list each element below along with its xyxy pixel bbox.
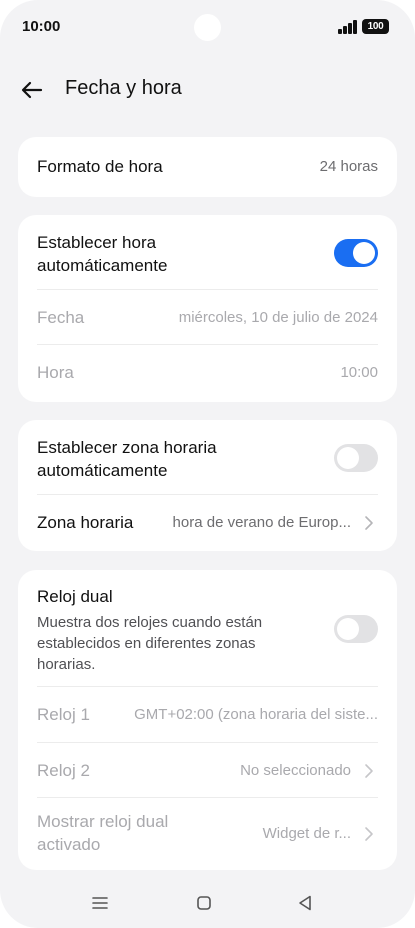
system-nav-bar xyxy=(0,878,415,928)
time-format-value: 24 horas xyxy=(319,158,378,175)
clock1-label: Reloj 1 xyxy=(37,705,90,724)
page-title: Fecha y hora xyxy=(65,77,182,99)
auto-zone-label-2: automáticamente xyxy=(37,461,168,480)
auto-time-card: Establecer hora automáticamente Fecha mi… xyxy=(18,215,397,402)
time-format-label: Formato de hora xyxy=(37,157,163,176)
auto-zone-card: Establecer zona horaria automáticamente … xyxy=(18,420,397,551)
dual-clock-card: Reloj dual Muestra dos relojes cuando es… xyxy=(18,570,397,870)
date-value: miércoles, 10 de julio de 2024 xyxy=(178,309,378,326)
phone-screen: 10:00 100 Fecha y hora Formato de hora 2… xyxy=(0,0,415,928)
date-row: Fecha miércoles, 10 de julio de 2024 xyxy=(18,290,397,345)
dual-clock-desc-3: horarias. xyxy=(37,656,96,673)
auto-zone-toggle[interactable] xyxy=(334,444,378,472)
time-format-row[interactable]: Formato de hora 24 horas xyxy=(18,137,397,197)
time-zone-label: Zona horaria xyxy=(37,513,134,532)
clock2-value: No seleccionado xyxy=(240,762,351,779)
show-dual-clock-label-1: Mostrar reloj dual xyxy=(37,812,169,831)
status-time: 10:00 xyxy=(22,18,61,35)
chevron-right-icon xyxy=(365,827,373,841)
time-zone-value: hora de verano de Europ... xyxy=(172,514,351,531)
time-value: 10:00 xyxy=(340,364,378,381)
dual-clock-desc-1: Muestra dos relojes cuando están xyxy=(37,614,263,631)
date-label: Fecha xyxy=(37,308,85,327)
home-square-icon[interactable] xyxy=(193,892,215,914)
chevron-right-icon xyxy=(365,764,373,778)
clock1-row: Reloj 1 GMT+02:00 (zona horaria del sist… xyxy=(18,687,397,742)
dual-clock-title: Reloj dual xyxy=(37,587,113,606)
show-dual-clock-row: Mostrar reloj dual activado Widget de r.… xyxy=(18,798,397,868)
menu-icon[interactable] xyxy=(89,892,111,914)
chevron-right-icon xyxy=(365,516,373,530)
back-triangle-icon[interactable] xyxy=(294,892,316,914)
app-header: Fecha y hora xyxy=(0,60,415,120)
auto-time-toggle[interactable] xyxy=(334,239,378,267)
status-bar: 10:00 100 xyxy=(0,0,415,56)
signal-icon xyxy=(338,20,358,34)
show-dual-clock-value: Widget de r... xyxy=(262,825,351,842)
dual-clock-desc-2: establecidos en diferentes zonas xyxy=(37,635,256,652)
camera-cutout xyxy=(194,14,221,41)
clock2-row: Reloj 2 No seleccionado xyxy=(18,743,397,798)
time-format-card[interactable]: Formato de hora 24 horas xyxy=(18,137,397,197)
auto-zone-label-1: Establecer zona horaria xyxy=(37,438,217,457)
time-label: Hora xyxy=(37,363,74,382)
clock1-value: GMT+02:00 (zona horaria del siste... xyxy=(134,706,378,723)
show-dual-clock-label-2: activado xyxy=(37,835,101,854)
back-arrow-icon[interactable] xyxy=(18,76,46,104)
battery-icon: 100 xyxy=(362,19,389,34)
dual-clock-row[interactable]: Reloj dual Muestra dos relojes cuando es… xyxy=(18,570,397,686)
auto-zone-row[interactable]: Establecer zona horaria automáticamente xyxy=(18,420,397,494)
time-zone-row[interactable]: Zona horaria hora de verano de Europ... xyxy=(18,495,397,550)
auto-time-row[interactable]: Establecer hora automáticamente xyxy=(18,215,397,289)
auto-time-label-2: automáticamente xyxy=(37,256,168,275)
time-row: Hora 10:00 xyxy=(18,345,397,400)
dual-clock-toggle[interactable] xyxy=(334,615,378,643)
auto-time-label-1: Establecer hora xyxy=(37,233,157,252)
clock2-label: Reloj 2 xyxy=(37,761,90,780)
